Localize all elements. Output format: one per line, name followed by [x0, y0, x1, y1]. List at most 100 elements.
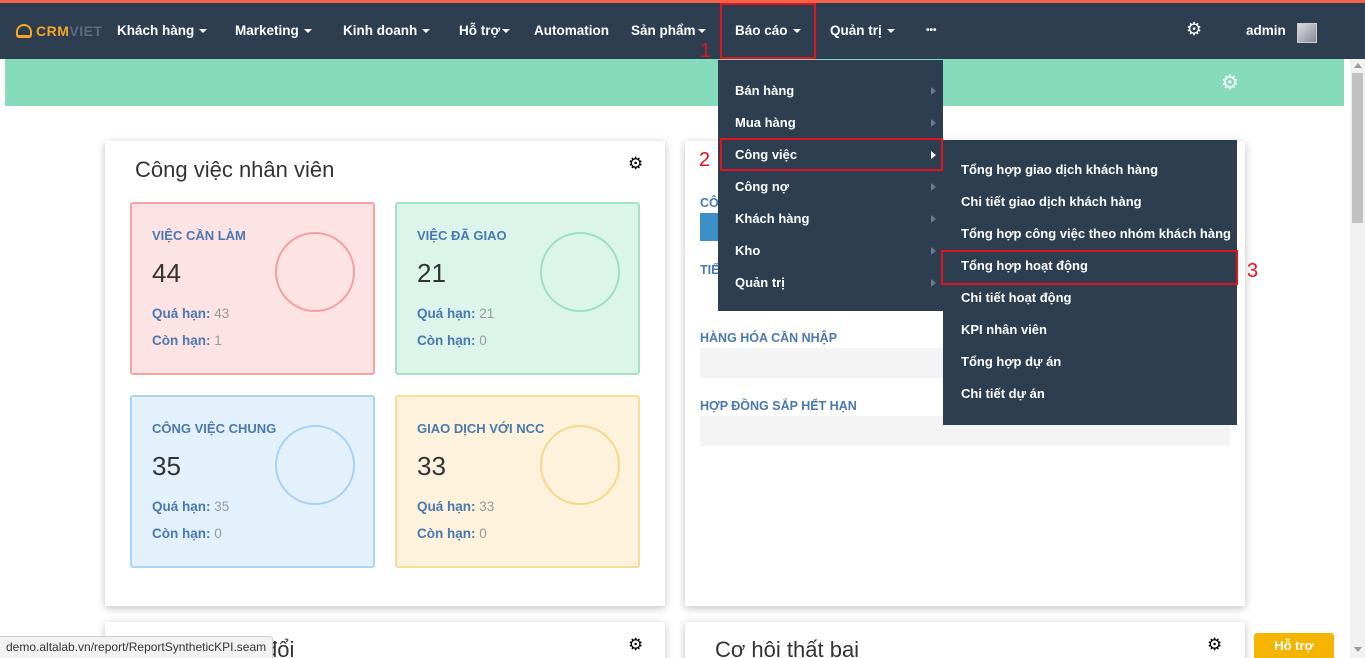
- menu-item-khach-hang[interactable]: Khách hàng: [718, 203, 943, 235]
- brand-logo[interactable]: CRM VIET: [16, 23, 103, 39]
- highlight-box-step1: [720, 3, 816, 59]
- section-label: TIẾ: [700, 263, 720, 277]
- menu-item-ban-hang[interactable]: Bán hàng: [718, 75, 943, 107]
- remaining-label: Còn hạn:: [152, 333, 211, 348]
- menu-item-label: Mua hàng: [735, 115, 796, 130]
- overdue-row: Quá hạn: 43: [152, 306, 229, 321]
- submenu-item-tong-hop-giao-dich[interactable]: Tổng hợp giao dịch khách hàng: [943, 154, 1237, 186]
- chevron-right-icon: [931, 279, 936, 287]
- gear-icon[interactable]: ⚙: [1186, 19, 1202, 40]
- nav-quan-tri[interactable]: Quản trị: [830, 3, 895, 59]
- overdue-value: 21: [479, 306, 495, 321]
- highlight-box-step2: [720, 138, 943, 171]
- remaining-value: 0: [479, 526, 487, 541]
- submenu-item-chi-tiet-hoat-dong[interactable]: Chi tiết hoạt động: [943, 282, 1237, 314]
- remaining-value: 0: [479, 333, 487, 348]
- gear-icon[interactable]: ⚙: [628, 635, 643, 655]
- logo-text-crm: CRM: [36, 23, 70, 39]
- vertical-scrollbar[interactable]: [1350, 59, 1365, 658]
- panel-title: Công việc nhân viên: [135, 157, 335, 182]
- nav-quan-tri-label: Quản trị: [830, 23, 882, 38]
- circle-icon: [275, 232, 355, 312]
- gear-icon[interactable]: ⚙: [1207, 635, 1222, 655]
- nav-kinh-doanh[interactable]: Kinh doanh: [343, 3, 431, 59]
- goods-to-import-label: HÀNG HÓA CẦN NHẬP: [700, 331, 838, 345]
- chevron-down-icon: [199, 29, 208, 34]
- card-count: 21: [417, 258, 446, 288]
- scroll-thumb[interactable]: [1352, 73, 1363, 223]
- chevron-right-icon: [931, 247, 936, 255]
- report-dropdown-menu: Bán hàng Mua hàng Công việc Công nợ Khác…: [718, 60, 943, 311]
- scroll-down-icon[interactable]: [1354, 647, 1362, 652]
- logo-icon: [16, 24, 32, 38]
- gear-icon[interactable]: ⚙: [628, 154, 643, 174]
- submenu-item-cong-viec-theo-nhom[interactable]: Tổng hợp công việc theo nhóm khách hàng: [943, 218, 1237, 250]
- submenu-item-label: Tổng hợp công việc theo nhóm khách hàng: [961, 226, 1231, 241]
- menu-item-label: Khách hàng: [735, 211, 810, 226]
- support-button[interactable]: Hỗ trợ: [1254, 633, 1334, 658]
- nav-khach-hang[interactable]: Khách hàng: [117, 3, 208, 59]
- chevron-right-icon: [931, 215, 936, 223]
- card-common[interactable]: CÔNG VIỆC CHUNG 35 Quá hạn: 35 Còn hạn: …: [130, 395, 375, 568]
- lost-opportunities-panel: Cơ hội thất bại ⚙: [685, 622, 1245, 658]
- chevron-down-icon: [422, 29, 431, 34]
- submenu-item-label: Tổng hợp dự án: [961, 354, 1062, 369]
- overdue-row: Quá hạn: 35: [152, 499, 229, 514]
- user-menu[interactable]: admin: [1246, 3, 1286, 59]
- nav-more[interactable]: •••: [926, 3, 937, 59]
- submenu-item-chi-tiet-du-an[interactable]: Chi tiết dự án: [943, 378, 1237, 410]
- chevron-down-icon: [502, 29, 511, 34]
- menu-item-label: Kho: [735, 243, 761, 258]
- submenu-item-tong-hop-du-an[interactable]: Tổng hợp dự án: [943, 346, 1237, 378]
- card-supplier-transactions[interactable]: GIAO DỊCH VỚI NCC 33 Quá hạn: 33 Còn hạn…: [395, 395, 640, 568]
- nav-marketing-label: Marketing: [235, 23, 299, 38]
- overdue-row: Quá hạn: 21: [417, 306, 494, 321]
- card-title: GIAO DỊCH VỚI NCC: [417, 421, 545, 436]
- submenu-item-label: Chi tiết hoạt động: [961, 290, 1072, 305]
- panel-title: Cơ hội thất bại: [715, 637, 860, 658]
- chevron-down-icon: [697, 29, 706, 34]
- card-title: VIỆC ĐÃ GIAO: [417, 228, 507, 243]
- menu-item-kho[interactable]: Kho: [718, 235, 943, 267]
- nav-marketing[interactable]: Marketing: [235, 3, 312, 59]
- menu-item-label: Bán hàng: [735, 83, 795, 98]
- card-assigned[interactable]: VIỆC ĐÃ GIAO 21 Quá hạn: 21 Còn hạn: 0: [395, 202, 640, 375]
- card-count: 35: [152, 451, 181, 481]
- menu-item-label: Quản trị: [735, 275, 785, 290]
- card-todo[interactable]: VIỆC CẦN LÀM 44 Quá hạn: 43 Còn hạn: 1: [130, 202, 375, 375]
- employee-work-panel: Công việc nhân viên ⚙ VIỆC CẦN LÀM 44 Qu…: [105, 141, 665, 606]
- chevron-right-icon: [931, 119, 936, 127]
- circle-icon: [275, 425, 355, 505]
- menu-item-mua-hang[interactable]: Mua hàng: [718, 107, 943, 139]
- remaining-row: Còn hạn: 0: [417, 526, 487, 541]
- circle-icon: [540, 425, 620, 505]
- nav-ho-tro[interactable]: Hỗ trợ: [459, 3, 511, 59]
- status-url: demo.altalab.vn/report/ReportSyntheticKP…: [0, 636, 274, 658]
- nav-san-pham-label: Sản phẩm: [631, 23, 696, 38]
- menu-item-cong-no[interactable]: Công nợ: [718, 171, 943, 203]
- card-count: 33: [417, 451, 446, 481]
- nav-ho-tro-label: Hỗ trợ: [459, 23, 501, 38]
- logo-text-viet: VIET: [69, 23, 103, 39]
- remaining-value: 0: [214, 526, 222, 541]
- chevron-down-icon: [886, 29, 895, 34]
- nav-kinh-doanh-label: Kinh doanh: [343, 23, 418, 38]
- submenu-item-label: KPI nhân viên: [961, 322, 1047, 337]
- card-count: 44: [152, 258, 181, 288]
- action-button[interactable]: [700, 213, 720, 241]
- menu-item-quan-tri[interactable]: Quản trị: [718, 267, 943, 299]
- highlight-box-step3: [941, 250, 1238, 285]
- expiring-contracts-label: HỢP ĐỒNG SẮP HẾT HẠN: [700, 399, 857, 413]
- more-icon: •••: [926, 25, 937, 36]
- submenu-item-kpi-nhan-vien[interactable]: KPI nhân viên: [943, 314, 1237, 346]
- submenu-item-label: Chi tiết giao dịch khách hàng: [961, 194, 1142, 209]
- avatar[interactable]: [1297, 23, 1317, 43]
- scroll-up-icon[interactable]: [1354, 63, 1362, 68]
- section-label: CÔ: [700, 196, 719, 210]
- remaining-value: 1: [214, 333, 222, 348]
- nav-automation[interactable]: Automation: [534, 3, 609, 59]
- submenu-item-chi-tiet-giao-dich[interactable]: Chi tiết giao dịch khách hàng: [943, 186, 1237, 218]
- overdue-label: Quá hạn:: [152, 306, 211, 321]
- gear-icon[interactable]: ⚙: [1221, 70, 1239, 95]
- nav-san-pham[interactable]: Sản phẩm: [631, 3, 706, 59]
